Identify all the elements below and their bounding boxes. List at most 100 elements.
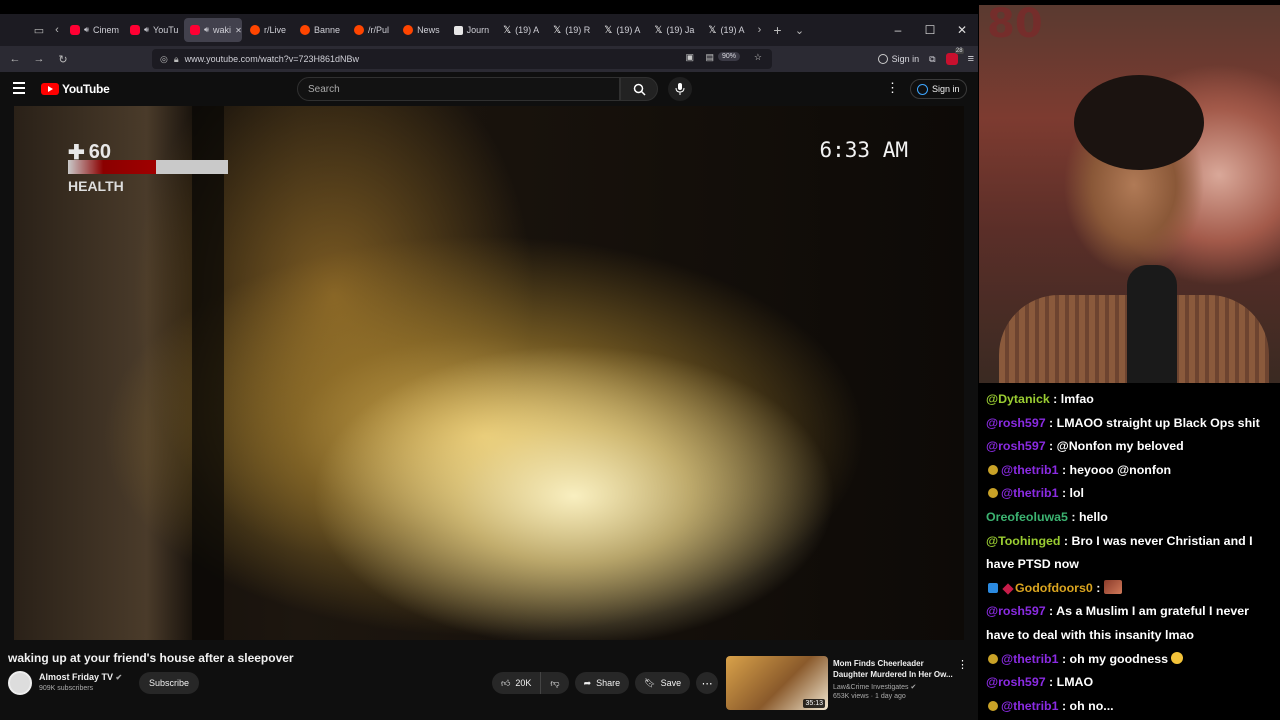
search-input[interactable]: Search: [297, 77, 620, 101]
chat-separator: :: [1067, 509, 1079, 524]
chat-overlay: @Dytanick : lmfao @rosh597 : LMAOO straig…: [979, 383, 1280, 720]
recommended-channel-text[interactable]: Law&Crime Investigates: [833, 684, 908, 691]
recommended-channel[interactable]: Law&Crime Investigates ✔: [833, 683, 916, 691]
reddit-icon: [250, 25, 260, 35]
tab-audio-icon[interactable]: 🔊︎: [144, 25, 149, 35]
browser-tab[interactable]: 𝕏 (19) A: [702, 18, 750, 42]
browser-tab[interactable]: Journ: [448, 18, 496, 42]
chat-username[interactable]: Godofdoors0: [1015, 581, 1093, 595]
bookmark-star-icon[interactable]: ☆: [754, 52, 762, 63]
webcam-overlay: 80: [979, 5, 1280, 383]
emote-image: [1103, 579, 1122, 594]
chat-username[interactable]: @Toohinged: [986, 534, 1060, 548]
youtube-logo[interactable]: YouTube: [41, 82, 110, 96]
tab-audio-icon[interactable]: 🔊︎: [204, 25, 209, 35]
account-signin[interactable]: Sign in: [877, 54, 920, 64]
like-button[interactable]: 👍︎ 20K: [492, 672, 542, 694]
chat-username[interactable]: @rosh597: [986, 416, 1046, 430]
recommended-video[interactable]: 35:13 Mom Finds Cheerleader Daughter Mur…: [726, 656, 972, 712]
browser-tab[interactable]: 𝕏 (19) A: [598, 18, 646, 42]
browser-tab-label: News: [417, 25, 440, 35]
browser-tab[interactable]: 🔊︎ YouTu: [124, 18, 182, 42]
close-window-icon[interactable]: ✕: [946, 23, 978, 37]
channel-name[interactable]: Almost Friday TV ✔: [39, 672, 122, 682]
reader-view-icon[interactable]: ▤: [705, 52, 714, 63]
tab-overview-icon[interactable]: ▭: [28, 19, 50, 41]
browser-tab[interactable]: 𝕏 (19) Ja: [648, 18, 700, 42]
chat-username[interactable]: @Dytanick: [986, 392, 1050, 406]
url-text[interactable]: www.youtube.com/watch?v=723H861dNBw: [185, 54, 359, 64]
more-horizontal-icon: ⋯: [701, 677, 713, 690]
guide-menu-icon[interactable]: [13, 82, 25, 94]
extensions-icon[interactable]: ⧉: [929, 54, 935, 65]
search-button[interactable]: [620, 77, 658, 101]
tracking-shield-icon[interactable]: ◎: [160, 54, 168, 65]
minimize-icon[interactable]: –: [882, 23, 914, 37]
account-icon: [877, 54, 888, 64]
app-menu-icon[interactable]: ≡: [968, 53, 974, 65]
chat-message: Oreofeoluwa5 : hello: [986, 506, 1274, 530]
chat-username[interactable]: @thetrib1: [1001, 463, 1059, 477]
browser-tab-label: (19) Ja: [666, 25, 695, 35]
browser-tab[interactable]: 🔊︎ waki ✕: [184, 18, 242, 42]
microphone-icon: [675, 83, 685, 95]
reload-icon[interactable]: ↻: [51, 53, 75, 66]
browser-tab[interactable]: 🔊︎ Cinem: [64, 18, 122, 42]
chat-separator: :: [1058, 698, 1070, 713]
tab-list-dropdown-icon[interactable]: ⌄: [788, 19, 810, 41]
chat-username[interactable]: @thetrib1: [1001, 652, 1059, 666]
x-icon: 𝕏: [553, 24, 562, 36]
browser-tab[interactable]: 𝕏 (19) R: [547, 18, 596, 42]
chat-username[interactable]: @rosh597: [986, 439, 1046, 453]
subscribe-button[interactable]: Subscribe: [139, 672, 200, 694]
recommended-title[interactable]: Mom Finds Cheerleader Daughter Murdered …: [833, 658, 955, 680]
new-tab-icon[interactable]: +: [766, 19, 788, 41]
chat-separator: :: [1049, 392, 1061, 406]
save-button[interactable]: 🔖︎ Save: [635, 672, 691, 694]
video-player[interactable]: ✚ 60 HEALTH 6:33 AM: [14, 106, 964, 640]
reddit-icon: [403, 25, 414, 35]
forward-icon[interactable]: →: [27, 53, 51, 65]
voice-search-button[interactable]: [668, 77, 692, 101]
toolbar-right: Sign in ⧉ 28 ≡: [877, 46, 974, 72]
channel-name-text[interactable]: Almost Friday TV: [39, 672, 113, 682]
adblock-extension-icon[interactable]: 28: [945, 48, 964, 65]
chat-username[interactable]: @thetrib1: [1001, 699, 1059, 713]
chat-text: LMAOO straight up Black Ops shit: [1056, 415, 1260, 430]
channel-avatar[interactable]: [8, 671, 32, 695]
tab-scroll-right-icon[interactable]: ›: [752, 19, 766, 41]
browser-tab[interactable]: Banne: [294, 18, 346, 42]
tab-scroll-left-icon[interactable]: ‹: [50, 19, 64, 41]
browser-tab-label: (19) A: [616, 25, 641, 35]
account-signin-label: Sign in: [891, 54, 920, 64]
chat-username[interactable]: @rosh597: [986, 604, 1046, 618]
chat-username[interactable]: @rosh597: [986, 675, 1046, 689]
browser-tab[interactable]: News: [397, 18, 446, 42]
dislike-button[interactable]: 👎︎: [541, 672, 569, 694]
address-bar[interactable]: ◎ 🔒︎ www.youtube.com/watch?v=723H861dNBw…: [152, 49, 772, 69]
chat-username[interactable]: @thetrib1: [1001, 486, 1059, 500]
youtube-signin-button[interactable]: Sign in: [910, 79, 967, 99]
recommended-thumbnail[interactable]: 35:13: [726, 656, 828, 710]
picture-in-picture-icon[interactable]: ▣: [685, 52, 694, 63]
share-button[interactable]: ➦ Share: [574, 672, 630, 694]
chat-message: @thetrib1 : lol: [986, 482, 1274, 506]
back-icon[interactable]: ←: [3, 53, 27, 65]
maximize-icon[interactable]: ☐: [914, 23, 946, 37]
chat-separator: :: [1045, 415, 1057, 430]
tab-audio-icon[interactable]: 🔊︎: [84, 25, 89, 35]
chat-username[interactable]: Oreofeoluwa5: [986, 510, 1068, 524]
more-actions-button[interactable]: ⋯: [696, 672, 719, 694]
channel-info: Almost Friday TV ✔ 909K subscribers Subs…: [8, 671, 488, 697]
settings-kebab-icon[interactable]: ⋮: [886, 80, 899, 96]
recommended-kebab-icon[interactable]: ⋮: [957, 658, 968, 671]
browser-tab[interactable]: /r/Pul: [348, 18, 395, 42]
star-badge-icon: [988, 700, 998, 711]
browser-tab[interactable]: r/Live: [244, 18, 292, 42]
close-tab-icon[interactable]: ✕: [235, 26, 242, 35]
x-icon: 𝕏: [604, 24, 613, 36]
browser-tab[interactable]: 𝕏 (19) A: [497, 18, 545, 42]
browser-tab-label: (19) A: [515, 25, 540, 35]
zoom-level[interactable]: 90%: [717, 52, 740, 61]
lock-icon[interactable]: 🔒︎: [174, 54, 179, 65]
